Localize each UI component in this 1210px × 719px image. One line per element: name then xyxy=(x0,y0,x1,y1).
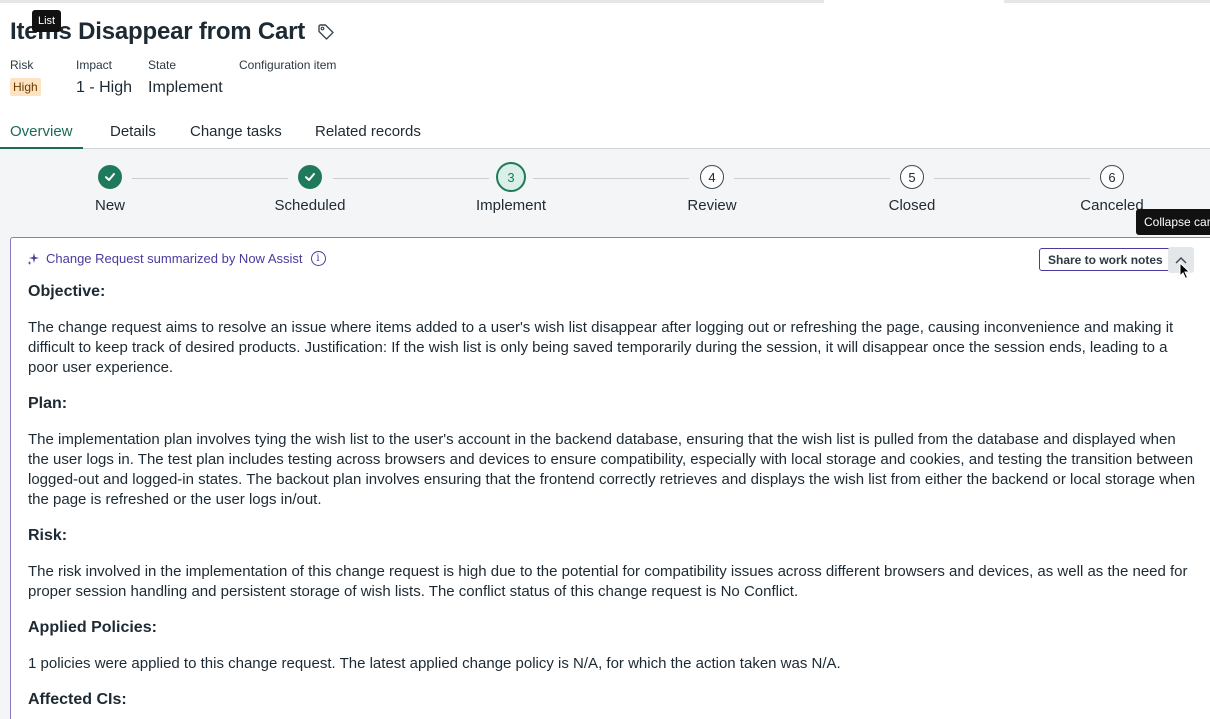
mouse-cursor-icon xyxy=(1179,261,1191,285)
step-label: Review xyxy=(687,197,737,214)
step-new: New xyxy=(50,165,170,214)
step-label: New xyxy=(94,197,125,214)
step-number: 6 xyxy=(1100,165,1124,189)
summary-card: Change Request summarized by Now Assist … xyxy=(10,237,1210,719)
section-text-risk: The risk involved in the implementation … xyxy=(28,563,1188,600)
summary-card-header: Change Request summarized by Now Assist … xyxy=(27,251,326,266)
step-review: 4 Review xyxy=(652,165,772,214)
impact-value: 1 - High xyxy=(76,79,133,96)
section-heading-plan: Plan: xyxy=(28,395,68,412)
share-to-work-notes-button[interactable]: Share to work notes xyxy=(1039,248,1172,271)
tab-change-tasks[interactable]: Change tasks xyxy=(190,123,282,149)
step-implement: 3 Implement xyxy=(451,162,571,214)
configuration-item-label: Configuration item xyxy=(239,58,337,72)
state-label: State xyxy=(148,58,177,72)
step-number: 4 xyxy=(700,165,724,189)
tab-related-records[interactable]: Related records xyxy=(315,123,421,149)
step-label: Scheduled xyxy=(274,197,346,214)
step-label: Implement xyxy=(475,197,547,214)
step-canceled: 6 Canceled xyxy=(1052,165,1172,214)
section-heading-affected-cis: Affected CIs: xyxy=(28,691,127,708)
checkmark-icon xyxy=(98,165,122,189)
risk-badge: High xyxy=(10,78,41,96)
step-scheduled: Scheduled xyxy=(250,165,370,214)
step-closed: 5 Closed xyxy=(852,165,972,214)
impact-label: Impact xyxy=(76,58,113,72)
step-number: 5 xyxy=(900,165,924,189)
tab-overview[interactable]: Overview xyxy=(0,123,83,149)
meta-configuration-item: Configuration item xyxy=(239,58,336,79)
top-strip-gap xyxy=(824,0,1004,3)
section-text-applied-policies: 1 policies were applied to this change r… xyxy=(28,655,841,672)
checkmark-icon xyxy=(298,165,322,189)
meta-impact: Impact 1 - High xyxy=(76,58,132,97)
list-tooltip: List xyxy=(32,10,62,32)
meta-risk: Risk High xyxy=(10,58,41,96)
step-number: 3 xyxy=(496,162,526,192)
risk-label: Risk xyxy=(10,58,34,72)
summary-card-title: Change Request summarized by Now Assist xyxy=(46,251,303,266)
collapse-card-tooltip: Collapse card xyxy=(1136,209,1210,235)
tab-bar: Overview Details Change tasks Related re… xyxy=(0,117,1210,149)
tag-icon[interactable] xyxy=(317,23,335,41)
tab-details[interactable]: Details xyxy=(110,123,156,149)
top-progress-strip xyxy=(0,0,1210,3)
meta-state: State Implement xyxy=(148,58,223,97)
section-heading-risk: Risk: xyxy=(28,527,68,544)
section-heading-applied-policies: Applied Policies: xyxy=(28,619,157,636)
step-label: Closed xyxy=(888,197,936,214)
summary-content: Objective: The change request aims to re… xyxy=(28,282,1198,719)
sparkle-icon xyxy=(27,252,40,265)
section-text-objective: The change request aims to resolve an is… xyxy=(28,319,1174,376)
section-text-plan: The implementation plan involves tying t… xyxy=(28,431,1196,508)
state-value: Implement xyxy=(148,79,223,96)
section-heading-objective: Objective: xyxy=(28,283,106,300)
info-icon[interactable]: i xyxy=(310,251,326,266)
